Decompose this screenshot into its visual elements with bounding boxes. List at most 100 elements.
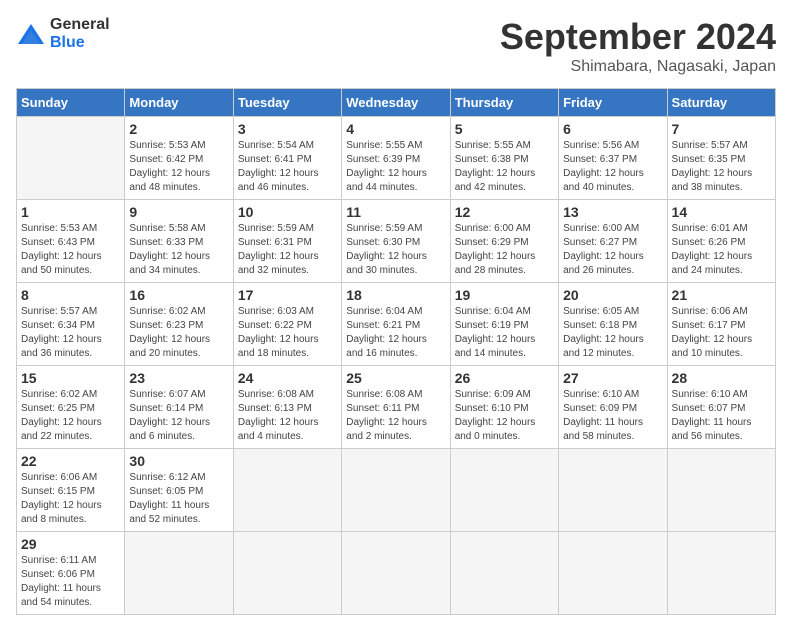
calendar-cell [667,449,775,532]
calendar-cell: 4Sunrise: 5:55 AMSunset: 6:39 PMDaylight… [342,117,450,200]
day-info: Sunrise: 6:07 AMSunset: 6:14 PMDaylight:… [129,389,210,442]
header-monday: Monday [125,89,233,117]
calendar-cell: 7Sunrise: 5:57 AMSunset: 6:35 PMDaylight… [667,117,775,200]
calendar-cell [233,449,341,532]
day-number: 5 [455,121,554,137]
day-number: 21 [672,287,771,303]
day-info: Sunrise: 6:02 AMSunset: 6:23 PMDaylight:… [129,306,210,359]
day-info: Sunrise: 6:06 AMSunset: 6:15 PMDaylight:… [21,472,102,525]
calendar-cell [667,532,775,615]
day-info: Sunrise: 6:10 AMSunset: 6:07 PMDaylight:… [672,389,752,442]
day-number: 1 [21,204,120,220]
calendar-cell [125,532,233,615]
day-number: 27 [563,370,662,386]
calendar-cell: 26 Sunrise: 6:09 AMSunset: 6:10 PMDayligh… [450,366,558,449]
calendar-cell: 12 Sunrise: 6:00 AMSunset: 6:29 PMDayligh… [450,200,558,283]
day-number: 13 [563,204,662,220]
calendar-cell: 17Sunrise: 6:03 AMSunset: 6:22 PMDayligh… [233,283,341,366]
calendar-cell: 9 Sunrise: 5:58 AMSunset: 6:33 PMDaylight… [125,200,233,283]
calendar-cell: 2Sunrise: 5:53 AMSunset: 6:42 PMDaylight… [125,117,233,200]
day-info: Sunrise: 6:04 AMSunset: 6:19 PMDaylight:… [455,306,536,359]
calendar-cell: 29 Sunrise: 6:11 AMSunset: 6:06 PMDayligh… [17,532,125,615]
calendar-cell [559,532,667,615]
calendar-cell: 22Sunrise: 6:06 AMSunset: 6:15 PMDayligh… [17,449,125,532]
day-number: 2 [129,121,228,137]
day-number: 12 [455,204,554,220]
day-number: 10 [238,204,337,220]
logo-general: General [50,16,110,33]
calendar-cell: 14Sunrise: 6:01 AMSunset: 6:26 PMDayligh… [667,200,775,283]
day-info: Sunrise: 6:05 AMSunset: 6:18 PMDaylight:… [563,306,644,359]
calendar-cell [17,117,125,200]
calendar-cell: 20 Sunrise: 6:05 AMSunset: 6:18 PMDayligh… [559,283,667,366]
calendar-cell [342,532,450,615]
calendar-cell: 24 Sunrise: 6:08 AMSunset: 6:13 PMDayligh… [233,366,341,449]
calendar-cell: 8Sunrise: 5:57 AMSunset: 6:34 PMDaylight… [17,283,125,366]
day-info: Sunrise: 6:06 AMSunset: 6:17 PMDaylight:… [672,306,753,359]
day-number: 24 [238,370,337,386]
day-info: Sunrise: 6:11 AMSunset: 6:06 PMDaylight:… [21,555,101,608]
calendar-cell: 15Sunrise: 6:02 AMSunset: 6:25 PMDayligh… [17,366,125,449]
calendar-table: Sunday Monday Tuesday Wednesday Thursday… [16,88,776,615]
calendar-row: 8Sunrise: 5:57 AMSunset: 6:34 PMDaylight… [17,283,776,366]
day-info: Sunrise: 6:04 AMSunset: 6:21 PMDaylight:… [346,306,427,359]
day-number: 20 [563,287,662,303]
day-info: Sunrise: 6:09 AMSunset: 6:10 PMDaylight:… [455,389,536,442]
day-info: Sunrise: 5:55 AMSunset: 6:39 PMDaylight:… [346,140,427,193]
calendar-cell: 13Sunrise: 6:00 AMSunset: 6:27 PMDayligh… [559,200,667,283]
calendar-row: 1Sunrise: 5:53 AMSunset: 6:43 PMDaylight… [17,200,776,283]
day-info: Sunrise: 6:02 AMSunset: 6:25 PMDaylight:… [21,389,102,442]
day-number: 19 [455,287,554,303]
day-info: Sunrise: 5:58 AMSunset: 6:33 PMDaylight:… [129,223,210,276]
day-info: Sunrise: 6:08 AMSunset: 6:13 PMDaylight:… [238,389,319,442]
month-title: September 2024 [500,16,776,58]
day-number: 3 [238,121,337,137]
calendar-cell: 5 Sunrise: 5:55 AMSunset: 6:38 PMDaylight… [450,117,558,200]
day-number: 26 [455,370,554,386]
logo-blue: Blue [50,34,85,51]
header-saturday: Saturday [667,89,775,117]
day-info: Sunrise: 5:59 AMSunset: 6:30 PMDaylight:… [346,223,427,276]
calendar-cell: 1Sunrise: 5:53 AMSunset: 6:43 PMDaylight… [17,200,125,283]
calendar-cell: 27 Sunrise: 6:10 AMSunset: 6:09 PMDayligh… [559,366,667,449]
calendar-cell [342,449,450,532]
day-info: Sunrise: 5:56 AMSunset: 6:37 PMDaylight:… [563,140,644,193]
calendar-row: 15Sunrise: 6:02 AMSunset: 6:25 PMDayligh… [17,366,776,449]
day-number: 9 [129,204,228,220]
calendar-cell: 23 Sunrise: 6:07 AMSunset: 6:14 PMDayligh… [125,366,233,449]
calendar-cell [233,532,341,615]
logo-icon [16,22,46,46]
calendar-cell: 19 Sunrise: 6:04 AMSunset: 6:19 PMDayligh… [450,283,558,366]
days-header-row: Sunday Monday Tuesday Wednesday Thursday… [17,89,776,117]
day-number: 11 [346,204,445,220]
day-number: 30 [129,453,228,469]
calendar-row: 2Sunrise: 5:53 AMSunset: 6:42 PMDaylight… [17,117,776,200]
calendar-cell: 25Sunrise: 6:08 AMSunset: 6:11 PMDayligh… [342,366,450,449]
calendar-row: 29 Sunrise: 6:11 AMSunset: 6:06 PMDayligh… [17,532,776,615]
calendar-cell: 28 Sunrise: 6:10 AMSunset: 6:07 PMDayligh… [667,366,775,449]
day-info: Sunrise: 6:03 AMSunset: 6:22 PMDaylight:… [238,306,319,359]
location-subtitle: Shimabara, Nagasaki, Japan [500,58,776,76]
day-number: 8 [21,287,120,303]
day-info: Sunrise: 6:00 AMSunset: 6:29 PMDaylight:… [455,223,536,276]
calendar-cell: 11 Sunrise: 5:59 AMSunset: 6:30 PMDayligh… [342,200,450,283]
day-info: Sunrise: 6:10 AMSunset: 6:09 PMDaylight:… [563,389,643,442]
day-number: 28 [672,370,771,386]
page-header: General Blue September 2024 Shimabara, N… [16,16,776,76]
header-sunday: Sunday [17,89,125,117]
day-info: Sunrise: 5:55 AMSunset: 6:38 PMDaylight:… [455,140,536,193]
day-number: 29 [21,536,120,552]
day-number: 14 [672,204,771,220]
calendar-row: 22Sunrise: 6:06 AMSunset: 6:15 PMDayligh… [17,449,776,532]
header-tuesday: Tuesday [233,89,341,117]
calendar-cell: 18Sunrise: 6:04 AMSunset: 6:21 PMDayligh… [342,283,450,366]
logo: General Blue [16,16,110,52]
day-number: 16 [129,287,228,303]
day-number: 23 [129,370,228,386]
day-info: Sunrise: 6:08 AMSunset: 6:11 PMDaylight:… [346,389,427,442]
header-thursday: Thursday [450,89,558,117]
day-info: Sunrise: 6:12 AMSunset: 6:05 PMDaylight:… [129,472,209,525]
calendar-cell: 10Sunrise: 5:59 AMSunset: 6:31 PMDayligh… [233,200,341,283]
header-wednesday: Wednesday [342,89,450,117]
day-number: 6 [563,121,662,137]
